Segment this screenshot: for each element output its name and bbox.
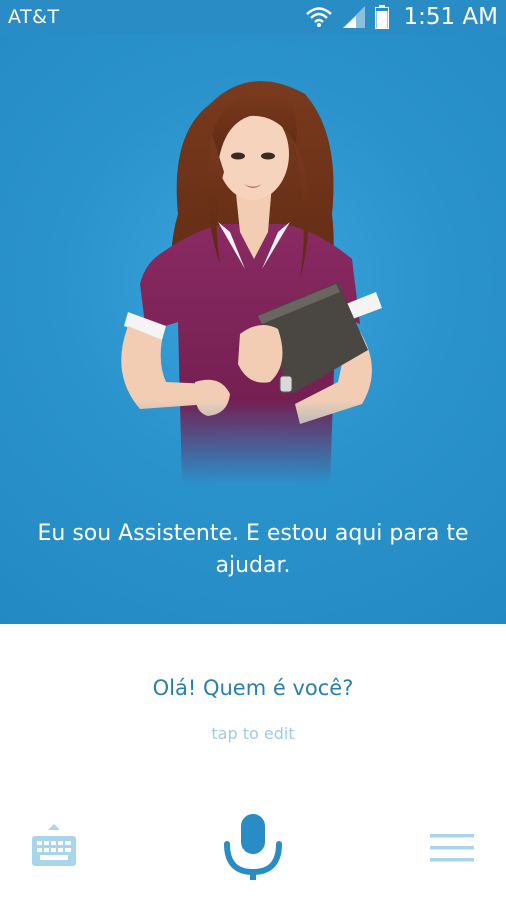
status-bar: AT&T 1:51 AM bbox=[0, 0, 506, 34]
keyboard-button[interactable] bbox=[30, 822, 78, 870]
user-query-text[interactable]: Olá! Quem é você? bbox=[0, 676, 506, 700]
status-icons: 1:51 AM bbox=[305, 4, 498, 30]
keyboard-icon bbox=[32, 824, 76, 866]
microphone-button[interactable] bbox=[218, 810, 288, 882]
menu-button[interactable] bbox=[428, 828, 476, 868]
clock: 1:51 AM bbox=[403, 4, 498, 30]
tap-to-edit-hint[interactable]: tap to edit bbox=[0, 724, 506, 743]
menu-icon bbox=[430, 834, 474, 862]
microphone-icon bbox=[224, 814, 282, 880]
query-panel: Olá! Quem é você? tap to edit bbox=[0, 624, 506, 900]
wifi-icon bbox=[305, 5, 333, 29]
assistant-avatar bbox=[121, 81, 382, 484]
battery-icon bbox=[375, 5, 390, 29]
carrier-label: AT&T bbox=[8, 6, 60, 28]
assistant-panel: Eu sou Assistente. E estou aqui para te … bbox=[0, 34, 506, 624]
signal-icon bbox=[341, 5, 367, 29]
assistant-message: Eu sou Assistente. E estou aqui para te … bbox=[37, 521, 469, 578]
